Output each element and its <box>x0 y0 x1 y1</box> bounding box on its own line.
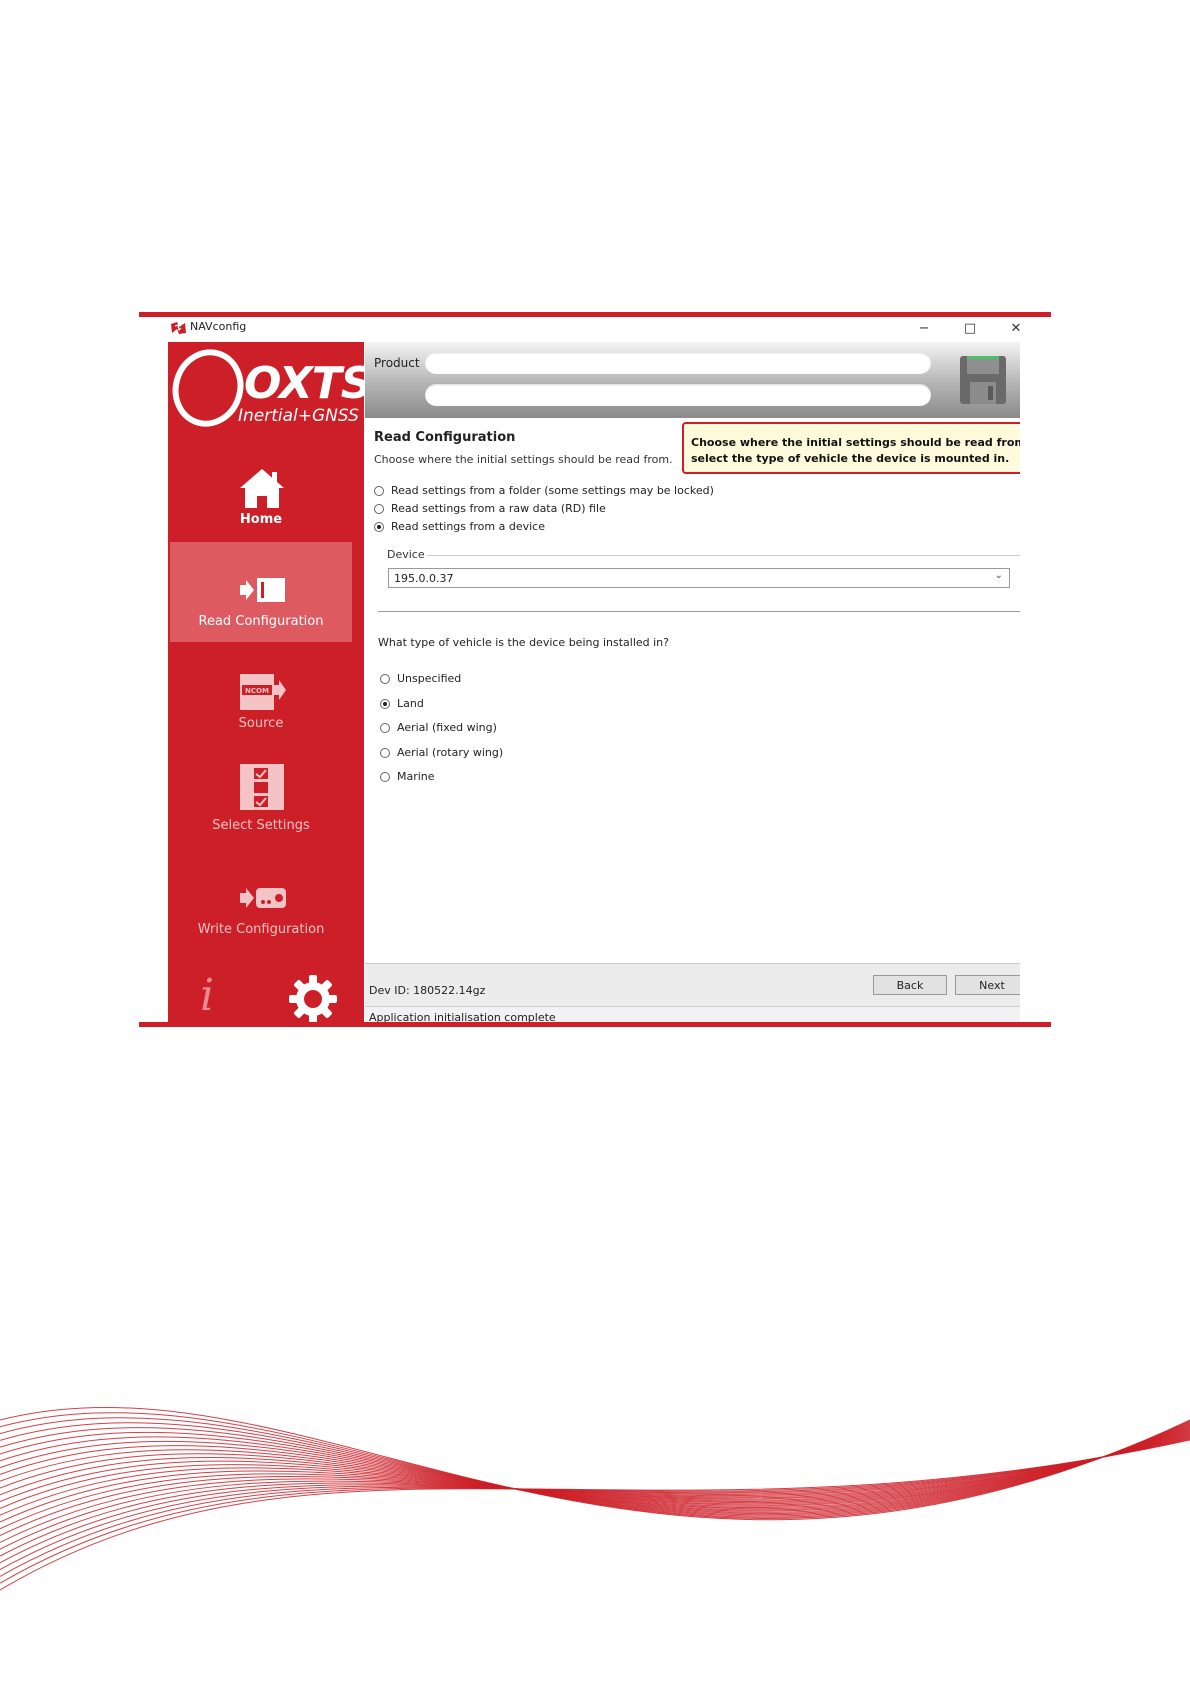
wave-line <box>0 1429 1190 1509</box>
radio-label: Aerial (fixed wing) <box>397 721 497 734</box>
radio-button[interactable] <box>380 673 390 684</box>
radio-button[interactable] <box>374 485 384 496</box>
read-configuration-panel: Read Configuration Choose where the init… <box>365 418 1020 963</box>
section-divider <box>378 611 1020 612</box>
radio-button[interactable] <box>374 503 384 514</box>
vehicle-option-aerial-fixed[interactable]: Aerial (fixed wing) <box>380 721 497 734</box>
product-field[interactable] <box>425 352 931 374</box>
radio-button[interactable] <box>380 747 390 758</box>
back-button[interactable]: Back <box>873 975 947 995</box>
ncom-badge: NCOM <box>245 687 269 695</box>
source-option-rd-file[interactable]: Read settings from a raw data (RD) file <box>374 502 606 515</box>
checklist-icon <box>240 764 284 810</box>
radio-label: Read settings from a raw data (RD) file <box>391 502 606 515</box>
logo-wordmark: OXTS <box>244 358 372 409</box>
next-button[interactable]: Next <box>955 975 1020 995</box>
hint-line-2: select the type of vehicle the device is… <box>691 452 1010 465</box>
sidebar-item-label: Select Settings <box>212 818 310 833</box>
vehicle-option-aerial-rotary[interactable]: Aerial (rotary wing) <box>380 746 503 759</box>
status-text: Application initialisation complete <box>369 1011 556 1022</box>
home-icon <box>240 469 284 508</box>
product-header: Product <box>365 342 1020 418</box>
chevron-down-icon[interactable]: ⌄ <box>995 570 1003 581</box>
device-dropdown[interactable]: 195.0.0.37 ⌄ <box>388 568 1010 588</box>
info-icon[interactable]: i <box>200 970 214 1021</box>
sidebar: OXTS Inertial+GNSS Home Read Configurati… <box>168 342 372 1022</box>
logo-tagline: Inertial+GNSS <box>238 406 359 426</box>
wave-line <box>0 1437 1190 1577</box>
device-dropdown-value: 195.0.0.37 <box>394 572 454 585</box>
sidebar-item-label: Source <box>238 716 284 731</box>
app-logo-icon <box>171 322 186 334</box>
vehicle-option-land[interactable]: Land <box>380 697 424 710</box>
product-detail-field[interactable] <box>425 384 931 406</box>
device-group-label: Device <box>387 548 425 561</box>
wave-line <box>0 1433 1190 1543</box>
sidebar-item-label: Read Configuration <box>198 614 324 629</box>
page-subtitle: Choose where the initial settings should… <box>374 453 673 466</box>
title-bar: NAVconfig − □ ✕ <box>168 318 1020 340</box>
radio-button[interactable] <box>380 771 390 782</box>
gear-icon[interactable] <box>288 974 338 1022</box>
close-button[interactable]: ✕ <box>996 318 1020 340</box>
vehicle-option-marine[interactable]: Marine <box>380 770 435 783</box>
footer-bar: Dev ID: 180522.14gz Back Next Applicatio… <box>365 963 1020 1022</box>
source-option-folder[interactable]: Read settings from a folder (some settin… <box>374 484 714 497</box>
write-config-icon <box>240 888 286 908</box>
top-red-rule <box>139 312 1051 317</box>
decorative-wave-graphic <box>0 1407 1190 1591</box>
radio-button-selected[interactable] <box>374 521 384 532</box>
sidebar-item-select-settings[interactable]: Select Settings <box>170 746 352 846</box>
vehicle-question: What type of vehicle is the device being… <box>378 636 669 649</box>
floppy-disk-icon[interactable] <box>958 354 1008 406</box>
radio-label: Aerial (rotary wing) <box>397 746 504 759</box>
radio-button-selected[interactable] <box>380 698 390 709</box>
source-option-device[interactable]: Read settings from a device <box>374 520 545 533</box>
minimize-button[interactable]: − <box>904 318 944 340</box>
page-title: Read Configuration <box>374 430 516 445</box>
dev-id-label: Dev ID: 180522.14gz <box>369 984 486 997</box>
vehicle-option-unspecified[interactable]: Unspecified <box>380 672 461 685</box>
sidebar-item-source[interactable]: NCOM Source <box>170 644 352 744</box>
product-label: Product <box>374 356 420 370</box>
maximize-button[interactable]: □ <box>950 318 990 340</box>
radio-label: Read settings from a folder (some settin… <box>391 484 714 497</box>
navconfig-window: NAVconfig − □ ✕ OXTS Inertial+GNSS Home <box>168 318 1020 1022</box>
hint-callout: Choose where the initial settings should… <box>682 422 1020 474</box>
radio-label: Read settings from a device <box>391 520 545 533</box>
device-group-divider <box>427 555 1020 556</box>
wave-line <box>0 1438 1190 1584</box>
sidebar-item-label: Home <box>239 512 283 527</box>
bottom-red-rule <box>139 1022 1051 1027</box>
radio-label: Unspecified <box>397 672 462 685</box>
read-config-icon <box>240 578 285 602</box>
sidebar-item-read-configuration[interactable]: Read Configuration <box>170 542 352 642</box>
sidebar-item-write-configuration[interactable]: Write Configuration <box>170 850 352 950</box>
status-strip: Application initialisation complete <box>365 1006 1020 1022</box>
oxts-logo: OXTS Inertial+GNSS <box>170 348 372 430</box>
radio-label: Land <box>397 697 424 710</box>
ncom-source-icon: NCOM <box>240 674 286 710</box>
radio-label: Marine <box>397 770 435 783</box>
window-title: NAVconfig <box>190 320 247 333</box>
sidebar-item-label: Write Configuration <box>197 922 325 937</box>
sidebar-item-home[interactable]: Home <box>170 440 352 540</box>
radio-button[interactable] <box>380 722 390 733</box>
hint-line-1: Choose where the initial settings should… <box>691 436 1020 449</box>
